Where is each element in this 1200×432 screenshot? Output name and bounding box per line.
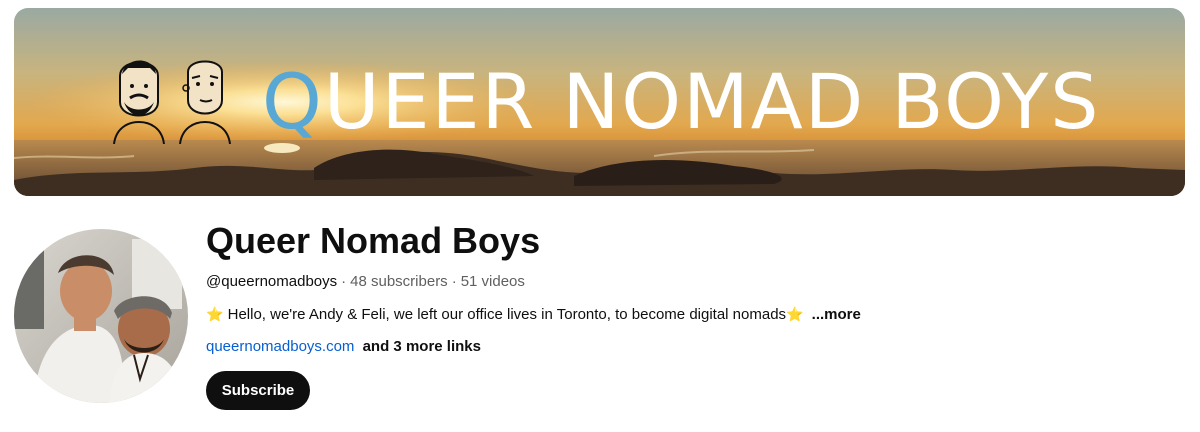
subscriber-count: 48 subscribers [350,273,448,290]
channel-description[interactable]: ⭐ Hello, we're Andy & Feli, we left our … [206,304,861,325]
meta-separator: · [341,273,347,290]
banner-title-rest: UEER NOMAD BOYS [323,57,1101,146]
cartoon-face-icon [113,60,165,144]
more-button[interactable]: ...more [812,306,861,323]
avatar-photo [14,229,188,403]
channel-meta: @queernomadboys · 48 subscribers · 51 videos [206,272,525,292]
more-links-button[interactable]: and 3 more links [363,338,481,355]
website-link[interactable]: queernomadboys.com [206,338,354,355]
channel-links: queernomadboys.com and 3 more links [206,337,481,357]
description-text: Hello, we're Andy & Feli, we left our of… [227,306,787,323]
channel-name: Queer Nomad Boys [206,220,541,261]
banner-title-initial: Q [262,57,324,146]
star-icon: ⭐ [786,306,804,322]
star-icon: ⭐ [206,306,224,322]
channel-avatar[interactable] [14,229,188,403]
meta-separator: · [451,273,457,290]
channel-handle: @queernomadboys [206,273,338,290]
cartoon-face-icon [179,60,231,144]
video-count: 51 videos [460,273,525,290]
channel-banner: QUEER NOMAD BOYS [14,8,1185,196]
subscribe-button[interactable]: Subscribe [206,371,310,410]
banner-title: QUEER NOMAD BOYS [262,64,1101,140]
